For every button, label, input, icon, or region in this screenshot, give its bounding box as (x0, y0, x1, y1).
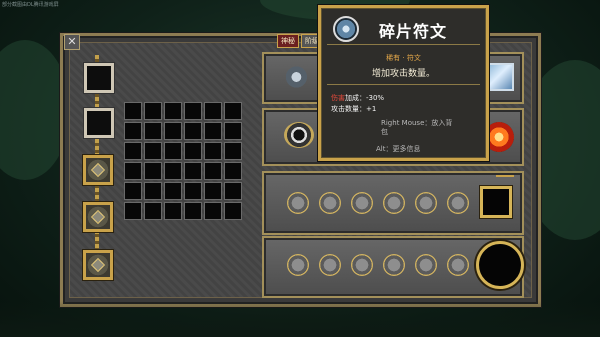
equipment-slot-2[interactable] (84, 108, 114, 138)
tooltip-stat-damage: 伤害加成：-30% (331, 93, 384, 103)
inventory-cell[interactable] (184, 142, 202, 160)
inventory-cell[interactable] (184, 122, 202, 140)
tooltip-divider (327, 84, 480, 85)
rune-ring-slot[interactable] (447, 192, 469, 214)
inventory-cell[interactable] (184, 162, 202, 180)
tooltip-more-info: Alt：更多信息 (376, 145, 421, 153)
inventory-cell[interactable] (224, 162, 242, 180)
inventory-cell[interactable] (124, 182, 142, 200)
inventory-cell[interactable] (184, 102, 202, 120)
inventory-cell[interactable] (164, 162, 182, 180)
inventory-cell[interactable] (204, 102, 222, 120)
eye-icon[interactable] (284, 122, 314, 148)
inventory-cell[interactable] (124, 162, 142, 180)
rune-ring-slot[interactable] (319, 192, 341, 214)
rune-ring-slot[interactable] (383, 254, 405, 276)
rune-ring-slot[interactable] (287, 254, 309, 276)
rune-ring-slot[interactable] (415, 192, 437, 214)
socket-square-slot[interactable] (480, 186, 512, 218)
inventory-cell[interactable] (204, 202, 222, 220)
tooltip-divider (327, 44, 480, 45)
inventory-cell[interactable] (164, 142, 182, 160)
tooltip-hint-line-2: 包 (381, 128, 388, 136)
rune-ring-slot[interactable] (415, 254, 437, 276)
inventory-cell[interactable] (204, 142, 222, 160)
inventory-cell[interactable] (184, 202, 202, 220)
inventory-cell[interactable] (224, 102, 242, 120)
inventory-cell[interactable] (204, 182, 222, 200)
rune-ring-slot[interactable] (319, 254, 341, 276)
inventory-cell[interactable] (164, 182, 182, 200)
inventory-grid (124, 102, 242, 220)
equipment-slot-4[interactable] (83, 202, 113, 232)
rune-bar-4 (262, 236, 524, 298)
inventory-cell[interactable] (184, 182, 202, 200)
ice-crystal-icon[interactable] (486, 63, 514, 91)
rune-ring-slot[interactable] (351, 254, 373, 276)
tooltip-hint-line-1: Right Mouse：放入背 (381, 119, 453, 127)
socket-round-slot[interactable] (476, 241, 524, 289)
inventory-cell[interactable] (144, 102, 162, 120)
rune-ring-slot[interactable] (383, 192, 405, 214)
inventory-cell[interactable] (204, 122, 222, 140)
inventory-cell[interactable] (144, 182, 162, 200)
inventory-cell[interactable] (164, 122, 182, 140)
tooltip-description: 增加攻击数量。 (371, 69, 435, 79)
tooltip-stat-attack-count: 攻击数量：+1 (331, 105, 377, 113)
tooltip-rarity: 稀有 · 符文 (386, 54, 421, 62)
inventory-cell[interactable] (144, 122, 162, 140)
inventory-cell[interactable] (144, 162, 162, 180)
close-button[interactable]: ✕ (64, 34, 80, 50)
rune-icon (333, 16, 359, 42)
inventory-cell[interactable] (124, 142, 142, 160)
inventory-cell[interactable] (144, 142, 162, 160)
inventory-cell[interactable] (224, 182, 242, 200)
stat-damage-suffix: 加成：-30% (345, 94, 385, 102)
cannon-icon (286, 66, 312, 88)
equipment-slot-3[interactable] (83, 155, 113, 185)
equipment-slot-5[interactable] (83, 250, 113, 280)
arrow-icon (496, 175, 514, 177)
inventory-cell[interactable] (124, 202, 142, 220)
inventory-cell[interactable] (144, 202, 162, 220)
overlay-caption: 部分截图由DL腾讯游戏屏 (2, 2, 59, 8)
tooltip-title: 碎片符文 (379, 22, 448, 41)
inventory-cell[interactable] (224, 202, 242, 220)
tab-button-1[interactable]: 神秘 (277, 34, 299, 48)
rune-bar-3 (262, 171, 524, 235)
rune-ring-slot[interactable] (351, 192, 373, 214)
rune-ring-slot[interactable] (287, 192, 309, 214)
equipment-slot-1[interactable] (84, 63, 114, 93)
stat-damage-prefix: 伤害 (331, 94, 345, 102)
inventory-cell[interactable] (124, 102, 142, 120)
inventory-cell[interactable] (224, 142, 242, 160)
inventory-cell[interactable] (164, 102, 182, 120)
inventory-cell[interactable] (164, 202, 182, 220)
item-tooltip: 碎片符文 稀有 · 符文 增加攻击数量。 伤害加成：-30% 攻击数量：+1 R… (318, 5, 489, 161)
inventory-cell[interactable] (124, 122, 142, 140)
bottom-mist (0, 301, 600, 337)
inventory-cell[interactable] (204, 162, 222, 180)
inventory-cell[interactable] (224, 122, 242, 140)
rune-ring-slot[interactable] (447, 254, 469, 276)
